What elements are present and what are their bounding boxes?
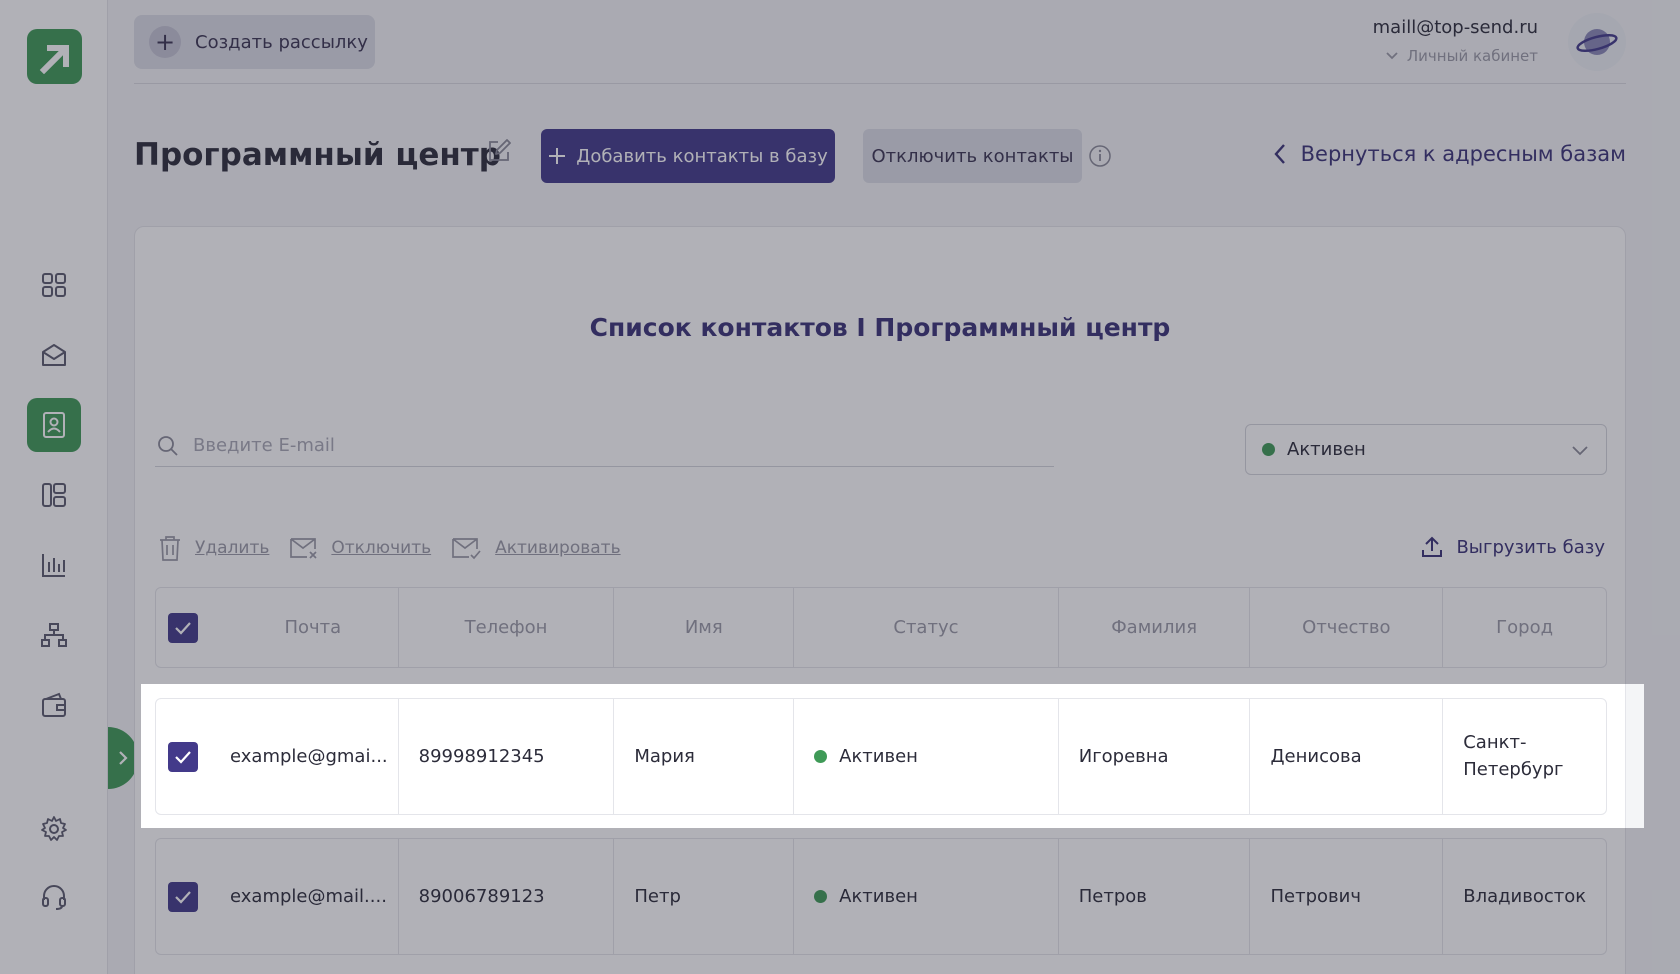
cell-patronymic: Денисова — [1250, 699, 1444, 814]
table-row[interactable]: example@gmai... 89998912345 Мария Активе… — [155, 698, 1607, 815]
cell-phone: 89998912345 — [399, 699, 615, 814]
status-dot — [814, 750, 828, 763]
cell-city: Санкт-Петербург — [1463, 732, 1564, 780]
dim-overlay — [0, 828, 1680, 974]
row-checkbox[interactable] — [168, 741, 198, 772]
app-window: + Создать рассылку maill@top-send.ru Лич… — [0, 0, 1680, 974]
status-value: Активен — [839, 746, 918, 767]
cell-status: Активен — [794, 699, 1059, 814]
dim-overlay — [0, 0, 1680, 684]
email-value: example@gmai... — [230, 746, 388, 767]
dim-overlay — [0, 684, 141, 828]
cell-surname: Игоревна — [1059, 699, 1251, 814]
cell-name: Мария — [614, 699, 795, 814]
cell-email: example@gmai... — [156, 699, 399, 814]
check-icon — [175, 750, 191, 764]
dim-overlay — [1644, 684, 1680, 828]
